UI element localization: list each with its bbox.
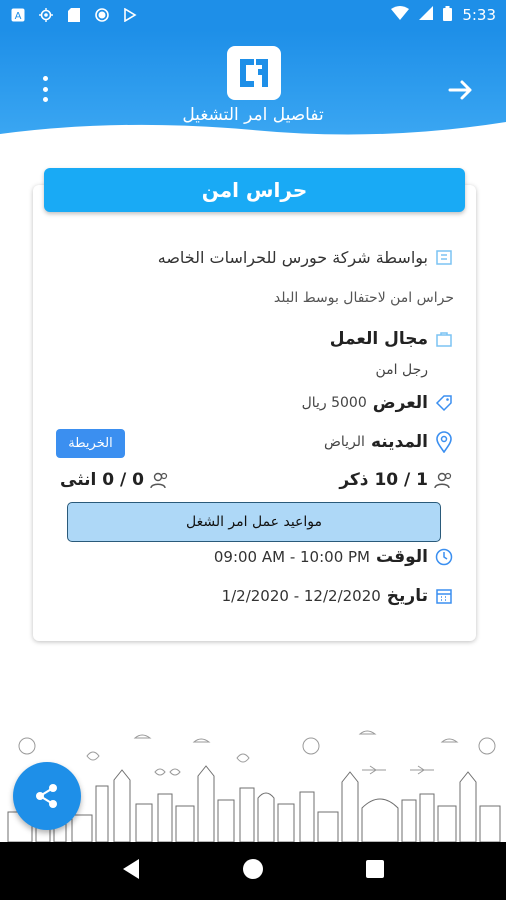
schedule-button[interactable]: مواعيد عمل امر الشغل bbox=[67, 502, 441, 542]
a-icon: A bbox=[10, 7, 26, 23]
more-dot-icon bbox=[42, 86, 48, 92]
date-row: تاريخ 1/2/2020 - 12/2/2020 bbox=[222, 586, 454, 606]
play-store-icon bbox=[122, 7, 138, 23]
circle-home-icon bbox=[242, 859, 263, 879]
city-row: المدينه الرياض bbox=[323, 431, 454, 453]
status-bar: A 5:33 bbox=[0, 0, 506, 30]
nav-recents-button[interactable] bbox=[365, 859, 385, 883]
system-navigation-bar bbox=[0, 842, 506, 900]
clock-icon bbox=[434, 547, 454, 567]
field-label: مجال العمل bbox=[329, 329, 428, 349]
app-logo bbox=[227, 46, 281, 100]
offer-value: 5000 ريال bbox=[301, 395, 367, 411]
logo-icon bbox=[240, 59, 268, 87]
time-label: الوقت bbox=[376, 547, 428, 567]
users-icon bbox=[150, 470, 170, 490]
male-count-row: 1 / 10 ذكر bbox=[339, 470, 454, 490]
system-icons: 5:33 bbox=[391, 5, 496, 25]
more-dot-icon bbox=[42, 97, 48, 102]
nav-back-button[interactable] bbox=[121, 858, 141, 884]
briefcase-icon bbox=[434, 329, 454, 349]
field-value-row: رجل امن bbox=[375, 362, 428, 378]
offer-row: العرض 5000 ريال bbox=[302, 393, 454, 413]
arrow-right-icon bbox=[448, 80, 472, 100]
nav-home-button[interactable] bbox=[242, 858, 264, 884]
map-button[interactable]: الخريطة bbox=[56, 429, 125, 458]
field-value: رجل امن bbox=[375, 362, 428, 378]
triangle-back-icon bbox=[122, 859, 139, 879]
company-text: بواسطة شركة حورس للحراسات الخاصه bbox=[157, 247, 428, 267]
building-icon bbox=[434, 247, 454, 267]
signal-icon bbox=[419, 6, 434, 24]
more-options-button[interactable] bbox=[32, 74, 58, 104]
square-recents-icon bbox=[366, 860, 385, 878]
date-value: 1/2/2020 - 12/2/2020 bbox=[221, 587, 381, 605]
notification-icons: A bbox=[10, 7, 138, 23]
city-value: الرياض bbox=[323, 434, 365, 450]
female-count: 0 / 0 انثى bbox=[60, 470, 145, 490]
time-value: 09:00 AM - 10:00 PM bbox=[213, 548, 370, 566]
location-pin-icon bbox=[434, 431, 454, 453]
job-title: حراس امن bbox=[44, 168, 465, 212]
company-row: بواسطة شركة حورس للحراسات الخاصه bbox=[158, 247, 454, 267]
city-label: المدينه bbox=[370, 432, 428, 452]
description-row: حراس امن لاحتفال بوسط البلد bbox=[274, 290, 454, 306]
time-row: الوقت 09:00 AM - 10:00 PM bbox=[214, 547, 454, 567]
sd-icon bbox=[66, 7, 82, 23]
battery-icon bbox=[443, 5, 453, 25]
female-count-row: 0 / 0 انثى bbox=[60, 470, 170, 490]
page-title: تفاصيل امر التشغيل bbox=[182, 105, 324, 125]
date-label: تاريخ bbox=[386, 586, 428, 606]
job-description: حراس امن لاحتفال بوسط البلد bbox=[273, 290, 454, 306]
back-arrow-button[interactable] bbox=[444, 74, 476, 106]
share-icon bbox=[36, 784, 57, 808]
users-icon bbox=[434, 470, 454, 490]
svg-text:A: A bbox=[15, 11, 22, 22]
circle-icon bbox=[94, 7, 110, 23]
calendar-icon bbox=[434, 586, 454, 606]
tag-icon bbox=[434, 393, 454, 413]
clock-time: 5:33 bbox=[462, 6, 496, 24]
gps-icon bbox=[38, 7, 54, 23]
wifi-icon bbox=[391, 6, 410, 24]
share-button[interactable] bbox=[13, 762, 81, 830]
offer-label: العرض bbox=[372, 393, 428, 413]
app-header: تفاصيل امر التشغيل bbox=[0, 30, 506, 140]
more-dot-icon bbox=[42, 76, 48, 81]
male-count: 1 / 10 ذكر bbox=[339, 470, 428, 490]
field-row: مجال العمل bbox=[330, 329, 454, 349]
